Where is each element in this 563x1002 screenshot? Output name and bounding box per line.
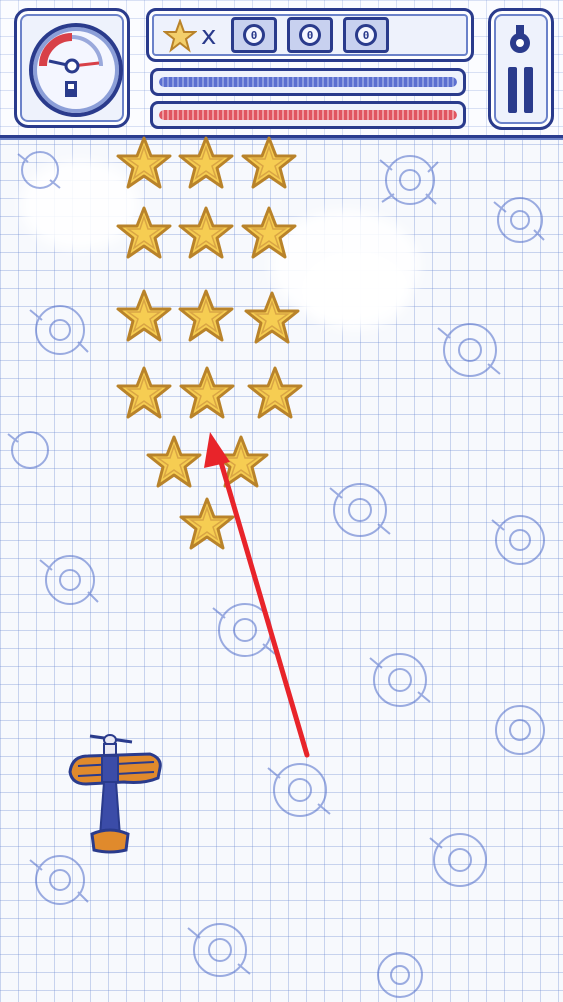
annotation-arrow <box>204 432 310 758</box>
